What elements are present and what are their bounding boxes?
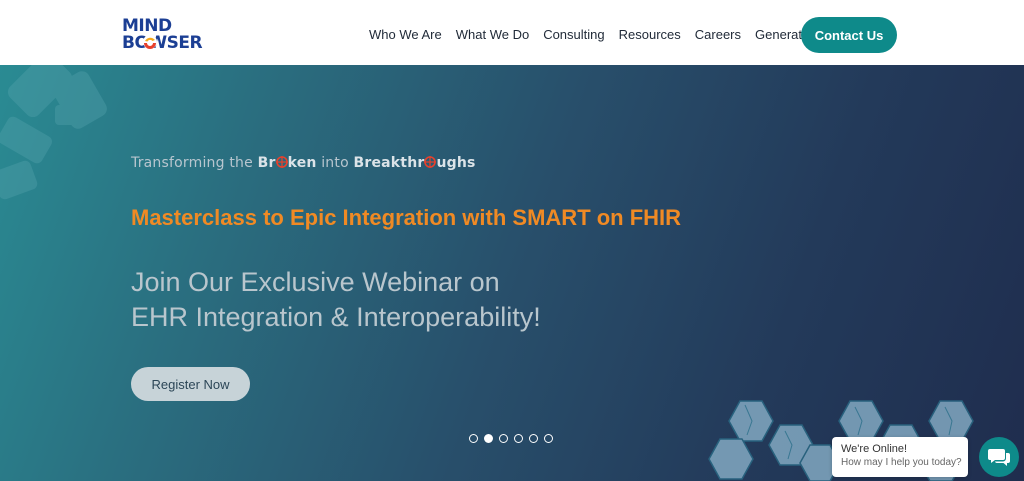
tagline-text-5: Breakthr [353,155,425,171]
chat-title: We're Online! [841,443,908,455]
carousel-dot[interactable] [484,434,493,443]
nav-careers[interactable]: Careers [695,27,741,42]
chat-greeting-bubble[interactable]: We're Online! How may I help you today? [832,437,968,477]
logo-text-line2: BOWSER [122,33,203,53]
chat-prompt: How may I help you today? [841,457,962,468]
carousel-dot[interactable] [544,434,553,443]
tagline-text-1: Transforming the [131,155,258,171]
hero-subheading: Join Our Exclusive Webinar on EHR Integr… [131,265,541,335]
chat-launcher-button[interactable] [979,437,1019,477]
nav-consulting[interactable]: Consulting [543,27,604,42]
main-nav: Who We Are What We Do Consulting Resourc… [369,27,834,42]
site-header: MIND BOWSER Who We Are What We Do Consul… [0,0,1024,65]
carousel-dots [469,434,553,443]
nav-what-we-do[interactable]: What We Do [456,27,529,42]
tagline-text-6: ughs [436,155,476,171]
tagline-bold-1: Br ken [258,155,317,171]
contact-us-button[interactable]: Contact Us [801,17,897,53]
carousel-dot[interactable] [499,434,508,443]
subheading-line-2: EHR Integration & Interoperability! [131,302,541,332]
target-o-icon [424,156,437,168]
decorative-shapes-left [0,65,107,200]
subheading-line-1: Join Our Exclusive Webinar on [131,267,500,297]
nav-resources[interactable]: Resources [619,27,681,42]
tagline-text-3: ken [287,155,317,171]
carousel-dot[interactable] [469,434,478,443]
hero-headline: Masterclass to Epic Integration with SMA… [131,205,682,230]
logo-swoosh-icon [143,35,157,49]
chat-icon [988,449,1010,466]
tagline-text-4: into [316,155,354,171]
carousel-dot[interactable] [514,434,523,443]
hero-tagline: Transforming the Br ken into Breakthr ughs [131,155,476,171]
carousel-dot[interactable] [529,434,538,443]
hero-banner: Transforming the Br ken into Breakthr ughs… [0,65,1024,481]
mindbowser-logo[interactable]: MIND BOWSER [122,18,224,52]
nav-who-we-are[interactable]: Who We Are [369,27,442,42]
target-o-icon [275,156,288,168]
tagline-text-2: Br [257,155,276,171]
tagline-bold-2: Breakthr ughs [353,155,475,171]
register-now-button[interactable]: Register Now [131,367,250,401]
